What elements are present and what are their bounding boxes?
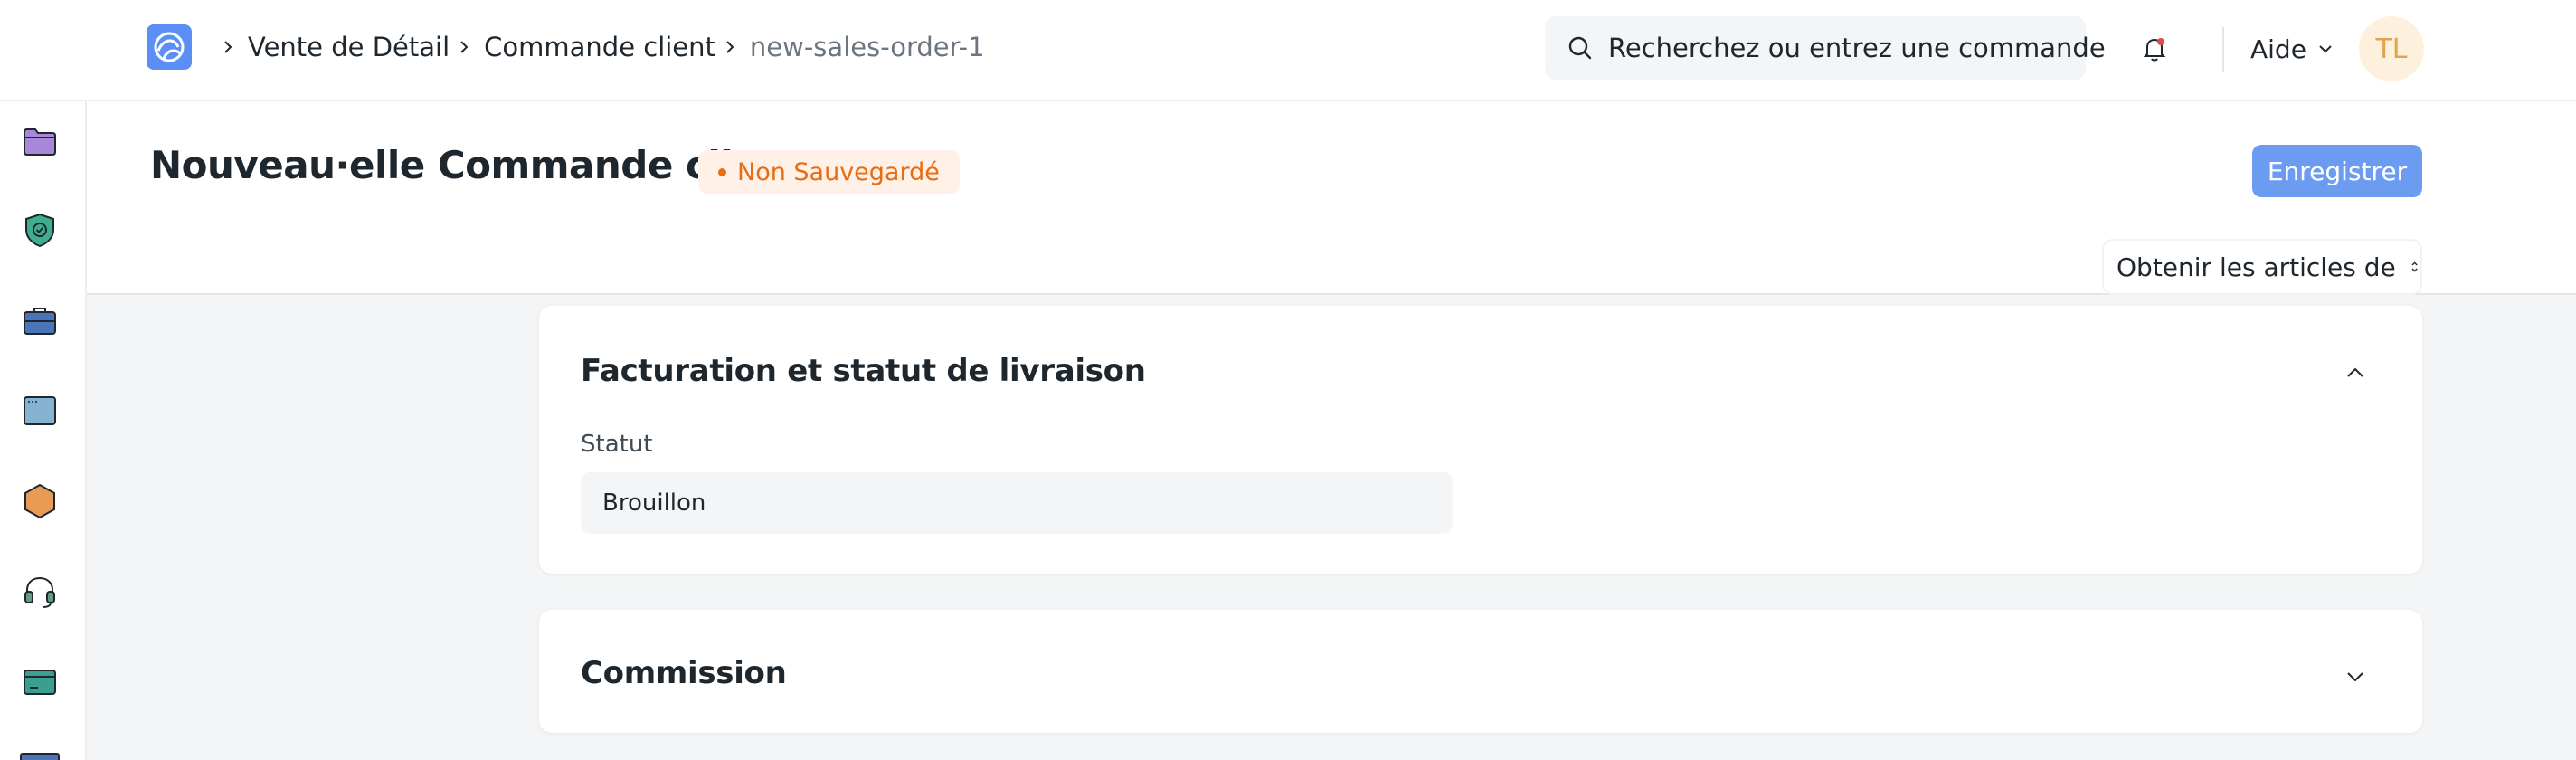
user-avatar[interactable]: TL bbox=[2359, 16, 2424, 81]
card-icon bbox=[24, 670, 56, 695]
chevron-right-icon bbox=[455, 38, 473, 56]
breadcrumb: Vente de Détail Commande client new-sale… bbox=[213, 29, 985, 65]
sidebar-item-projects[interactable] bbox=[20, 300, 60, 340]
status-badge: Non Sauvegardé bbox=[698, 150, 960, 194]
status-badge-label: Non Sauvegardé bbox=[737, 157, 940, 186]
breadcrumb-sales-order[interactable]: Commande client bbox=[484, 32, 715, 62]
app-logo[interactable] bbox=[147, 24, 192, 70]
section-title[interactable]: Commission bbox=[581, 655, 787, 691]
sidebar-item-partial[interactable] bbox=[20, 753, 60, 760]
briefcase-icon bbox=[24, 308, 56, 335]
section-title[interactable]: Facturation et statut de livraison bbox=[581, 353, 1146, 389]
sidebar-item-website[interactable] bbox=[20, 391, 60, 431]
search-placeholder: Recherchez ou entrez une commande bbox=[1608, 33, 2106, 63]
save-button[interactable]: Enregistrer bbox=[2252, 145, 2422, 197]
navbar-divider bbox=[2222, 27, 2224, 72]
page-header: Nouveau·elle Commande client Non Sauvega… bbox=[87, 101, 2576, 295]
chevron-right-icon bbox=[219, 38, 237, 56]
headset-icon bbox=[24, 576, 55, 608]
sidebar-item-quality[interactable] bbox=[20, 210, 60, 250]
folder-icon bbox=[24, 128, 56, 156]
chevron-down-icon bbox=[2319, 45, 2332, 53]
sidebar bbox=[0, 101, 87, 760]
search-input[interactable]: Recherchez ou entrez une commande bbox=[1545, 16, 2106, 80]
chevron-right-icon bbox=[721, 38, 739, 56]
sidebar-item-stock[interactable] bbox=[20, 481, 60, 521]
section-billing-delivery-status: Facturation et statut de livraison Statu… bbox=[539, 306, 2422, 574]
search-icon bbox=[1568, 36, 1592, 60]
sidebar-item-support[interactable] bbox=[20, 572, 60, 612]
shield-check-icon bbox=[25, 213, 54, 248]
section-commission[interactable]: Commission bbox=[539, 610, 2422, 733]
breadcrumb-retail[interactable]: Vente de Détail bbox=[248, 32, 450, 62]
window-icon bbox=[24, 396, 56, 425]
frappe-logo-icon bbox=[154, 32, 185, 62]
sidebar-item-accounting[interactable] bbox=[20, 662, 60, 702]
hexagon-icon bbox=[24, 483, 55, 519]
get-items-label: Obtenir les articles de bbox=[2117, 252, 2396, 282]
chevron-up-icon[interactable] bbox=[2343, 360, 2368, 385]
status-dot bbox=[718, 167, 726, 176]
status-field[interactable]: Brouillon bbox=[581, 472, 1453, 534]
notification-bell-icon[interactable] bbox=[2138, 33, 2171, 65]
select-arrows-icon bbox=[2411, 261, 2418, 272]
status-field-label: Statut bbox=[581, 431, 653, 458]
breadcrumb-current-doc: new-sales-order-1 bbox=[749, 32, 985, 62]
chevron-down-icon[interactable] bbox=[2343, 664, 2368, 689]
get-items-from-dropdown[interactable]: Obtenir les articles de bbox=[2104, 241, 2420, 293]
help-dropdown[interactable]: Aide bbox=[2250, 31, 2335, 67]
top-navbar: Vente de Détail Commande client new-sale… bbox=[0, 0, 2576, 101]
sidebar-item-folder[interactable] bbox=[20, 121, 60, 161]
help-label: Aide bbox=[2250, 33, 2306, 64]
